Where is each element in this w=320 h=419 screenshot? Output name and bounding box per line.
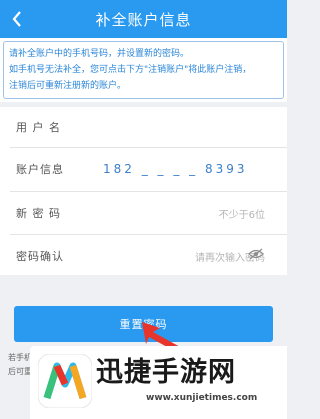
account-label: 账户信息: [16, 163, 64, 176]
account-form: 用 户 名 账户信息 182 _ _ _ _ 8393 新 密 码 不少于6位 …: [0, 107, 287, 275]
confirm-password-row[interactable]: 密码确认 请再次输入密码: [0, 236, 287, 276]
new-password-row[interactable]: 新 密 码 不少于6位: [0, 193, 287, 233]
divider: [10, 234, 287, 235]
footer-text-line-1: 若手机: [8, 353, 32, 362]
divider: [10, 191, 287, 192]
page-title: 补全账户信息: [95, 10, 192, 29]
chevron-left-icon: [12, 11, 21, 27]
account-row: 账户信息 182 _ _ _ _ 8393: [0, 149, 287, 189]
back-button[interactable]: [6, 8, 28, 30]
site-logo-icon: [38, 354, 92, 408]
footer-text-line-2: 后可重: [8, 367, 32, 376]
watermark-name: 迅捷手游网: [96, 357, 236, 388]
new-password-field[interactable]: 不少于6位: [219, 206, 265, 221]
confirm-password-label: 密码确认: [16, 250, 64, 263]
eye-off-icon[interactable]: [248, 248, 264, 260]
notice-line-1: 请补全账户中的手机号码，并设置新的密码。: [9, 49, 190, 59]
notice-line-3: 注销后可重新注册新的账户。: [9, 81, 127, 91]
notice-panel: 请补全账户中的手机号码，并设置新的密码。 如手机号无法补全，您可点击下方"注销账…: [0, 38, 287, 102]
watermark-url: www.xunjietimes.com: [146, 393, 258, 403]
new-password-label: 新 密 码: [16, 207, 61, 220]
account-value: 182 _ _ _ _ 8393: [103, 162, 248, 176]
header-bar: 补全账户信息: [0, 0, 287, 38]
notice-line-2: 如手机号无法补全，您可点击下方"注销账户"将此账户注销，: [9, 65, 252, 75]
username-row: 用 户 名: [0, 107, 287, 147]
divider: [10, 147, 287, 148]
notice-box: 请补全账户中的手机号码，并设置新的密码。 如手机号无法补全，您可点击下方"注销账…: [3, 41, 284, 99]
watermark: 迅捷手游网 www.xunjietimes.com: [30, 346, 287, 419]
username-label: 用 户 名: [16, 121, 61, 134]
